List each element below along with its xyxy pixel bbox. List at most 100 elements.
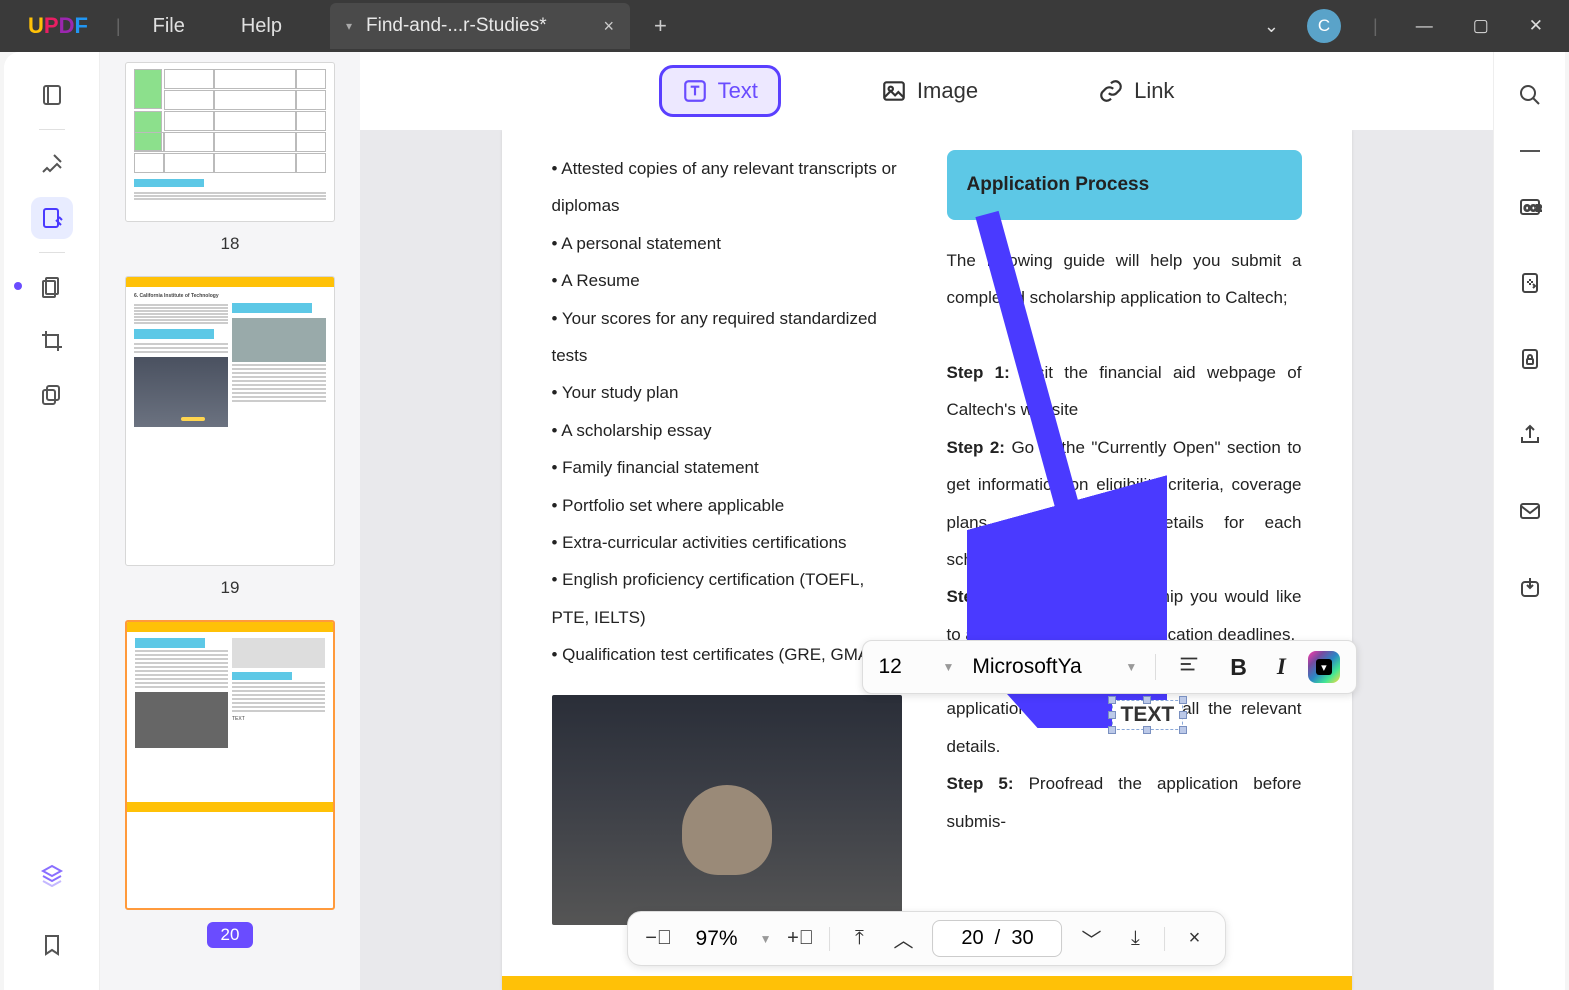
application-process-header: Application Process <box>947 150 1302 220</box>
edit-toolbar: Text Image Link <box>360 52 1493 130</box>
window-minimize-icon[interactable]: — <box>1410 10 1439 42</box>
text-tool-label: Text <box>718 78 758 104</box>
font-size-value[interactable]: 12 <box>879 655 925 679</box>
font-family-dropdown-icon[interactable]: ▼ <box>1121 656 1141 678</box>
window-close-icon[interactable]: ✕ <box>1523 10 1549 42</box>
zoom-in-icon[interactable]: +⃝ <box>785 924 815 954</box>
app-logo: UPDF <box>28 13 88 39</box>
bullet-item: • Qualification test certificates (GRE, … <box>552 636 907 673</box>
link-icon <box>1098 78 1124 104</box>
titlebar-chevron-icon[interactable]: ⌄ <box>1264 16 1279 37</box>
resize-handle[interactable] <box>1108 711 1116 719</box>
bullet-item: • Your scores for any required standardi… <box>552 300 907 375</box>
bullet-item: • A Resume <box>552 262 907 299</box>
edit-tool-icon[interactable] <box>31 197 73 239</box>
resize-handle[interactable] <box>1108 696 1116 704</box>
bullet-item: • A personal statement <box>552 225 907 262</box>
text-color-button[interactable]: ▾ <box>1308 651 1340 683</box>
window-maximize-icon[interactable]: ▢ <box>1467 10 1495 42</box>
share-icon[interactable] <box>1509 414 1551 456</box>
svg-text:OCR: OCR <box>1524 204 1542 213</box>
bullet-item: • Your study plan <box>552 374 907 411</box>
zoom-out-icon[interactable]: −⃝ <box>644 924 674 954</box>
tab-add-icon[interactable]: + <box>654 13 667 39</box>
rail-bottom-group <box>31 854 73 966</box>
resize-handle[interactable] <box>1108 726 1116 734</box>
page-right-column: Application Process The following guide … <box>947 150 1302 925</box>
thumbnail-label-current: 20 <box>207 922 254 948</box>
batch-tool-icon[interactable] <box>31 374 73 416</box>
step-item: Step 5: Proofread the application before… <box>947 765 1302 840</box>
separator <box>1155 654 1156 680</box>
left-rail <box>4 52 100 990</box>
bookmark-icon[interactable] <box>31 924 73 966</box>
link-tool-label: Link <box>1134 78 1174 104</box>
image-icon <box>881 78 907 104</box>
bold-button[interactable]: B <box>1222 652 1255 683</box>
italic-button[interactable]: I <box>1269 652 1294 682</box>
editing-text-value[interactable]: TEXT <box>1121 703 1175 726</box>
image-tool-button[interactable]: Image <box>861 68 998 114</box>
thumbnail-label: 19 <box>221 578 240 598</box>
text-tool-button[interactable]: Text <box>659 65 781 117</box>
resize-handle[interactable] <box>1179 726 1187 734</box>
email-icon[interactable] <box>1509 490 1551 532</box>
zoom-dropdown-icon[interactable]: ▼ <box>760 932 772 946</box>
close-controls-icon[interactable]: × <box>1179 924 1209 954</box>
thumbnail-page[interactable]: 6. California Institute of Technology <box>125 276 335 566</box>
first-page-icon[interactable]: ⤒ <box>844 924 874 954</box>
convert-icon[interactable] <box>1509 262 1551 304</box>
tab-close-icon[interactable]: × <box>603 16 614 37</box>
document-tab[interactable]: ▾ Find-and-...r-Studies* × <box>330 3 630 49</box>
protect-icon[interactable] <box>1509 338 1551 380</box>
rail-divider <box>39 252 65 253</box>
font-family-value[interactable]: MicrosoftYa <box>972 655 1107 679</box>
rail-divider <box>39 129 65 130</box>
search-icon[interactable] <box>1509 74 1551 116</box>
resize-handle[interactable] <box>1143 726 1151 734</box>
resize-handle[interactable] <box>1143 696 1151 704</box>
menu-help[interactable]: Help <box>213 15 310 38</box>
process-intro-text: The following guide will help you submit… <box>947 242 1302 317</box>
save-export-icon[interactable] <box>1509 566 1551 608</box>
prev-page-icon[interactable]: ︿ <box>888 924 918 954</box>
bullet-item: • English proficiency certification (TOE… <box>552 561 907 636</box>
bullet-item: • A scholarship essay <box>552 412 907 449</box>
rail-divider <box>1520 150 1540 152</box>
page-footer-bar <box>502 976 1352 990</box>
font-size-dropdown-icon[interactable]: ▼ <box>939 656 959 678</box>
organize-pages-icon[interactable] <box>31 266 73 308</box>
separator: | <box>116 16 121 37</box>
bullet-item: • Extra-curricular activities certificat… <box>552 524 907 561</box>
reader-mode-icon[interactable] <box>31 74 73 116</box>
bullet-item: • Family financial statement <box>552 449 907 486</box>
content-pane: Text Image Link • Attested copies of any… <box>360 52 1493 990</box>
pdf-page[interactable]: • Attested copies of any relevant transc… <box>502 130 1352 990</box>
next-page-icon[interactable]: ﹀ <box>1076 924 1106 954</box>
tab-chevron-icon[interactable]: ▾ <box>346 19 352 33</box>
menu-file[interactable]: File <box>125 15 213 38</box>
text-format-toolbar: 12 ▼ MicrosoftYa ▼ B I ▾ <box>862 640 1357 694</box>
crop-tool-icon[interactable] <box>31 320 73 362</box>
user-avatar[interactable]: C <box>1307 9 1341 43</box>
resize-handle[interactable] <box>1179 711 1187 719</box>
thumbnail-page-current[interactable]: TEXT <box>125 620 335 910</box>
thumbnail-page[interactable] <box>125 62 335 222</box>
step-item: Step 2: Go to the "Currently Open" secti… <box>947 429 1302 579</box>
link-tool-button[interactable]: Link <box>1078 68 1194 114</box>
ocr-icon[interactable]: OCR <box>1509 186 1551 228</box>
zoom-level[interactable]: 97% <box>688 927 746 951</box>
separator <box>1164 927 1165 951</box>
thumbnail-label: 18 <box>221 234 240 254</box>
bullet-item: • Portfolio set where applicable <box>552 487 907 524</box>
page-number-input[interactable] <box>932 920 1062 957</box>
comment-tool-icon[interactable] <box>31 143 73 185</box>
last-page-icon[interactable]: ⤓ <box>1120 924 1150 954</box>
bullet-item: • Attested copies of any relevant transc… <box>552 150 907 225</box>
align-left-icon[interactable] <box>1170 651 1208 683</box>
page-viewport[interactable]: • Attested copies of any relevant transc… <box>360 130 1493 990</box>
title-bar: UPDF | File Help ▾ Find-and-...r-Studies… <box>0 0 1569 52</box>
resize-handle[interactable] <box>1179 696 1187 704</box>
text-edit-box[interactable]: TEXT <box>1112 700 1184 730</box>
layers-icon[interactable] <box>31 854 73 896</box>
